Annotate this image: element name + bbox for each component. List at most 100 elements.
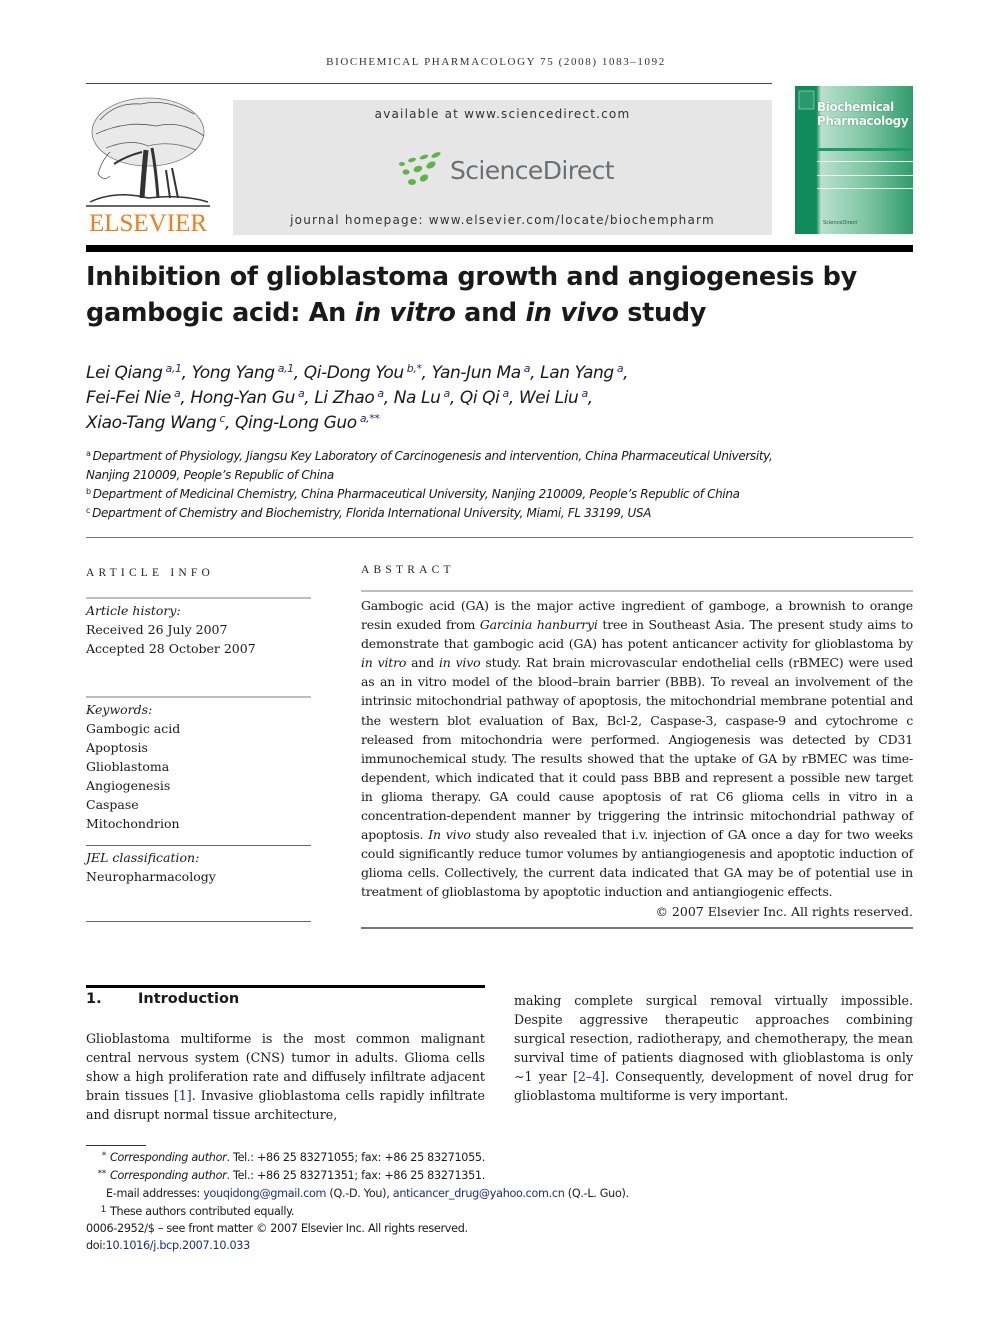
email-owner: (Q.-D. You),	[326, 1186, 393, 1200]
author[interactable]: Qi-Dong You b,*	[304, 363, 422, 383]
author-name: Xiao-Tang Wang	[86, 413, 217, 433]
keyword: Glioblastoma	[86, 759, 170, 774]
section-rule	[86, 985, 485, 988]
abstract-copyright: © 2007 Elsevier Inc. All rights reserved…	[655, 903, 913, 919]
abstract-rule	[361, 590, 913, 592]
doi-label: doi:	[86, 1239, 106, 1253]
footnote-mark: 1	[100, 1204, 107, 1215]
footnote: ** Corresponding author. Tel.: +86 25 832…	[86, 1166, 786, 1184]
article-history: Article history: Received 26 July 2007 A…	[86, 601, 311, 658]
footnote-text: . Tel.: +86 25 83271351; fax: +86 25 832…	[226, 1169, 485, 1183]
author-affiliation-mark[interactable]: a,1	[166, 362, 182, 375]
jel-label: JEL classification:	[86, 850, 200, 865]
article-info-heading: ARTICLE INFO	[86, 567, 214, 579]
footnote-label: Corresponding author	[110, 1169, 227, 1183]
author-name: Fei-Fei Nie	[86, 388, 171, 408]
info-rule	[86, 597, 311, 599]
abstract: ABSTRACT Gambogic acid (GA) is the major…	[361, 564, 913, 929]
cover-line	[817, 188, 913, 189]
affiliation: a Department of Physiology, Jiangsu Key L…	[86, 447, 916, 466]
author[interactable]: Yan-Jun Ma a	[432, 363, 531, 383]
elsevier-wordmark: ELSEVIER	[88, 210, 208, 237]
abstract-heading: ABSTRACT	[361, 564, 455, 576]
author-affiliation-mark[interactable]: c	[219, 412, 225, 425]
affiliation-text: Department of Medicinal Chemistry, China…	[92, 487, 740, 501]
author-name: Lei Qiang	[86, 363, 163, 383]
author[interactable]: Qing-Long Guo a,**	[235, 412, 380, 433]
email-link[interactable]: anticancer_drug@yahoo.com.cn	[393, 1187, 565, 1200]
email-link[interactable]: youqidong@gmail.com	[203, 1187, 326, 1200]
cover-line	[817, 175, 913, 176]
doi: doi:10.1016/j.bcp.2007.10.033	[86, 1237, 786, 1254]
cover-title-line2: Pharmacology	[817, 114, 909, 128]
author[interactable]: Fei-Fei Nie a	[86, 387, 181, 408]
elsevier-logo[interactable]: ELSEVIER	[86, 90, 210, 238]
author[interactable]: Wei Liu a	[519, 388, 588, 408]
author-affiliation-mark[interactable]: a	[444, 387, 451, 400]
affiliation-text: Department of Chemistry and Biochemistry…	[92, 506, 652, 520]
abstract-italic: Garcinia hanburryi	[479, 617, 598, 633]
author-affiliation-mark[interactable]: a	[377, 387, 384, 400]
author[interactable]: Qi Qi a	[460, 388, 509, 408]
affiliation-continued: Nanjing 210009, People’s Republic of Chi…	[86, 468, 334, 482]
author[interactable]: Yong Yang a,1	[191, 362, 295, 383]
abstract-italic: in vitro	[361, 655, 407, 671]
sciencedirect-available-link[interactable]: available at www.sciencedirect.com	[233, 107, 772, 121]
author-name: Hong-Yan Gu	[190, 388, 295, 408]
keywords: Keywords: Gambogic acid Apoptosis Gliobl…	[86, 700, 311, 833]
author-name: Li Zhao	[314, 388, 375, 408]
keyword: Mitochondrion	[86, 816, 180, 831]
author-list: Lei Qiang a,1, Yong Yang a,1, Qi-Dong You b…	[86, 362, 629, 433]
footnotes: * Corresponding author. Tel.: +86 25 8327…	[86, 1148, 786, 1255]
footnote-label: Corresponding author	[110, 1151, 227, 1164]
citation-link[interactable]: [1]	[174, 1088, 192, 1103]
author[interactable]: Xiao-Tang Wang c	[86, 413, 225, 433]
introduction-paragraph: Glioblastoma multiforme is the most comm…	[86, 1029, 485, 1124]
author[interactable]: Hong-Yan Gu a	[190, 388, 304, 408]
cover-band	[817, 148, 913, 151]
doi-link[interactable]: 10.1016/j.bcp.2007.10.033	[106, 1239, 251, 1252]
footnote: 1 These authors contributed equally.	[86, 1202, 786, 1220]
info-rule	[86, 921, 311, 922]
author-affiliation-mark[interactable]: b,*	[407, 362, 422, 375]
affiliation: c Department of Chemistry and Biochemistr…	[86, 504, 916, 523]
author-affiliation-mark[interactable]: a	[581, 387, 588, 400]
author[interactable]: Na Lu a	[394, 387, 451, 408]
introduction-paragraph-continued: making complete surgical removal virtual…	[514, 991, 913, 1106]
footnote-text: . Tel.: +86 25 83271055; fax: +86 25 832…	[226, 1151, 485, 1164]
title-text: study	[618, 298, 707, 328]
cover-title-line1: Biochemical	[817, 100, 894, 114]
sciencedirect-logo[interactable]: ScienceDirect	[398, 150, 615, 192]
author-affiliation-mark[interactable]: a,1	[278, 362, 294, 375]
sciencedirect-wordmark: ScienceDirect	[450, 156, 615, 185]
header-thick-rule	[86, 245, 913, 252]
affiliation: b Department of Medicinal Chemistry, Chin…	[86, 485, 916, 504]
citation-link[interactable]: [2–4]	[573, 1069, 605, 1084]
accepted-date: Accepted 28 October 2007	[86, 641, 256, 656]
author-affiliation-mark[interactable]: a	[174, 387, 181, 400]
journal-homepage-link[interactable]: journal homepage: www.elsevier.com/locat…	[233, 213, 772, 227]
author[interactable]: Lei Qiang a,1	[86, 363, 182, 383]
author[interactable]: Lan Yang a	[540, 363, 623, 383]
author-name: Yong Yang	[191, 363, 275, 383]
author-affiliation-mark[interactable]: a	[617, 362, 624, 375]
keyword: Gambogic acid	[86, 721, 181, 736]
email-addresses: E-mail addresses: youqidong@gmail.com (Q…	[86, 1185, 786, 1202]
author[interactable]: Li Zhao a	[314, 387, 384, 408]
cover-footer: ScienceDirect	[823, 220, 858, 226]
author-affiliation-mark[interactable]: a	[503, 387, 510, 400]
journal-cover[interactable]: Biochemical Pharmacology ScienceDirect	[795, 86, 913, 234]
author-affiliation-mark[interactable]: a	[524, 362, 531, 375]
author-affiliation-mark[interactable]: a,**	[360, 412, 380, 425]
footnote-text: These authors contributed equally.	[110, 1204, 295, 1218]
article-info: ARTICLE INFO Article history: Received 2…	[86, 564, 311, 922]
author-name: Qi Qi	[459, 388, 500, 408]
author-affiliation-mark[interactable]: a	[298, 387, 305, 400]
footnote-mark: *	[101, 1151, 107, 1161]
author-name: Lan Yang	[540, 363, 614, 383]
abstract-text: Gambogic acid (GA) is the major active i…	[361, 596, 913, 902]
jel-value: Neuropharmacology	[86, 869, 216, 884]
title-italic: in vivo	[525, 298, 619, 328]
email-owner: (Q.-L. Guo).	[564, 1186, 629, 1200]
affiliation-mark: b	[86, 487, 91, 496]
